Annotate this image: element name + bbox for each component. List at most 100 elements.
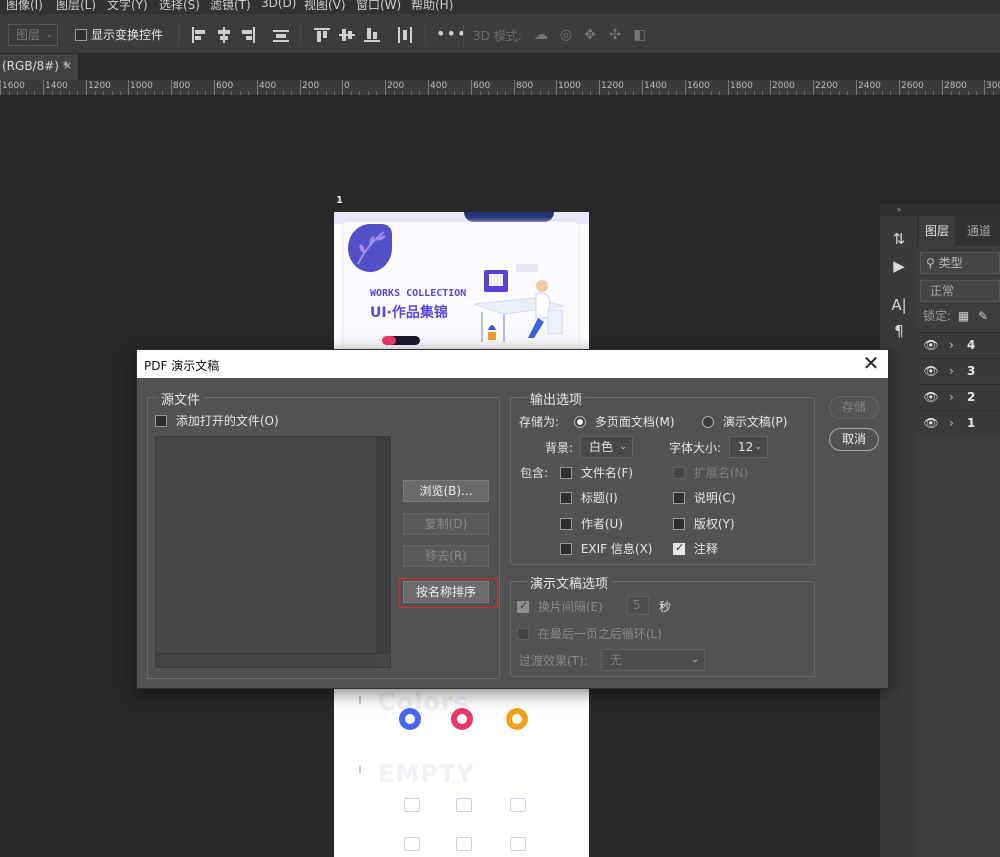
checkbox-box[interactable] [155,414,167,427]
layer-row[interactable]: 👁 › 1 [917,410,1000,435]
tab-channels[interactable]: 通道 [961,216,997,246]
exif-checkbox[interactable]: EXIF 信息(X) [560,540,652,557]
remove-button[interactable]: 移去(R) [403,545,489,567]
multi-page-label: 多页面文档(M) [594,415,675,429]
document-tab[interactable]: (RGB/8#) * × [0,54,78,80]
3d-pan-icon[interactable]: ✥ [581,26,599,44]
vertical-scrollbar[interactable] [376,437,390,655]
description-checkbox[interactable]: 说明(C) [673,489,736,506]
3d-slide-icon[interactable]: ✣ [606,26,624,44]
checkbox-box[interactable] [517,627,529,640]
browse-button[interactable]: 浏览(B)... [403,480,489,502]
checkbox-box[interactable] [673,466,685,479]
advance-seconds-field[interactable]: 5 [627,596,649,615]
distribute-horizontal-icon[interactable] [396,26,414,44]
eye-icon[interactable]: 👁 [923,362,939,380]
advance-every-checkbox[interactable]: 换片间隔(E) [517,598,603,615]
layer-row[interactable]: 👁 › 2 [917,384,1000,409]
filename-checkbox[interactable]: 文件名(F) [560,464,633,481]
title-checkbox[interactable]: 标题(I) [560,489,618,506]
decorative-shape [464,212,554,222]
duplicate-button[interactable]: 复制(D) [403,513,489,535]
layer-row[interactable]: 👁 › 4 [917,332,1000,357]
tab-layers[interactable]: 图层 [919,216,956,246]
close-icon[interactable]: ✕ [860,352,882,374]
chevron-right-icon[interactable]: › [949,414,954,432]
radio-button[interactable] [574,415,586,428]
layer-row[interactable]: 👁 › 3 [917,358,1000,383]
checkbox-box[interactable] [673,491,685,504]
chevron-right-icon[interactable]: › [949,336,954,354]
ruler-minor-tick [796,91,797,95]
ruler-minor-tick [633,91,634,95]
radio-button[interactable] [702,415,714,428]
checkbox-box[interactable] [560,542,572,555]
align-center-horizontal-icon[interactable] [215,26,233,44]
ruler-minor-tick [951,91,952,95]
auto-select-dropdown[interactable]: 图层 ⌄ [8,24,58,46]
eye-icon[interactable]: 👁 [923,414,939,432]
font-size-dropdown[interactable]: 12 ⌄ [729,436,768,458]
3d-orbit-icon[interactable]: ☁ [532,26,550,44]
close-tab-icon[interactable]: × [63,54,72,78]
presentation-radio[interactable]: 演示文稿(P) [702,413,787,430]
character-icon[interactable]: A| [888,294,910,316]
horizontal-ruler[interactable]: 1600 1400 1200 1000 800 600 400 200 0 200 400 600 80… [0,80,1000,96]
collapse-panels-icon[interactable]: » [880,204,918,216]
add-open-files-checkbox[interactable]: 添加打开的文件(O) [155,412,279,429]
ruler-label: 3000 [986,81,1000,91]
checkbox-box[interactable] [673,517,685,530]
menu-filter[interactable]: 滤镜(T) [210,0,251,13]
notes-checkbox[interactable]: 注释 [673,540,718,557]
menu-type[interactable]: 文字(Y) [107,0,148,13]
checkbox-box[interactable] [560,466,572,479]
show-transform-checkbox[interactable]: 显示变换控件 [75,26,163,43]
align-right-icon[interactable] [239,26,257,44]
checkbox-box[interactable] [673,541,685,555]
eye-icon[interactable]: 👁 [923,336,939,354]
save-button[interactable]: 存储 [829,396,879,419]
lock-paint-icon[interactable]: ✎ [978,309,988,323]
actions-play-icon[interactable]: ▶ [888,255,910,277]
ruler-minor-tick [334,91,335,95]
menu-window[interactable]: 窗口(W) [356,0,401,13]
eye-icon[interactable]: 👁 [923,388,939,406]
chevron-right-icon[interactable]: › [949,362,954,380]
align-left-icon[interactable] [190,26,208,44]
menu-help[interactable]: 帮助(H) [411,0,453,13]
align-bottom-icon[interactable] [363,26,381,44]
layer-filter-search[interactable]: ⚲ 类型 [920,252,1000,274]
checkbox-box[interactable] [75,28,87,41]
paragraph-icon[interactable]: ¶ [888,320,910,342]
menu-layer[interactable]: 图层(L) [56,0,96,13]
author-checkbox[interactable]: 作者(U) [560,515,623,532]
extension-checkbox[interactable]: 扩展名(N) [673,464,748,481]
checkbox-box[interactable] [560,517,572,530]
source-file-list[interactable] [155,436,391,668]
transition-dropdown[interactable]: 无 ⌄ [601,649,705,671]
menu-view[interactable]: 视图(V) [304,0,346,13]
copyright-checkbox[interactable]: 版权(Y) [673,515,735,532]
align-middle-vertical-icon[interactable] [338,26,356,44]
3d-roll-icon[interactable]: ◎ [557,26,575,44]
cancel-button[interactable]: 取消 [829,428,879,451]
lock-transparent-icon[interactable]: ▦ [958,309,969,323]
horizontal-scrollbar[interactable] [156,653,376,667]
menu-image[interactable]: 图像(I) [6,0,43,13]
history-icon[interactable]: ⇅ [888,228,910,250]
multi-page-radio[interactable]: 多页面文档(M) [574,413,675,430]
chevron-right-icon[interactable]: › [949,388,954,406]
ruler-tick [942,80,943,95]
ruler-minor-tick [283,91,284,95]
distribute-icon[interactable] [272,26,290,44]
lock-row: 锁定: ▦ ✎ [923,307,988,324]
3d-camera-icon[interactable]: ◧ [631,26,649,44]
menu-select[interactable]: 选择(S) [159,0,200,13]
blend-mode-dropdown[interactable]: 正常 [920,280,1000,302]
checkbox-box[interactable] [517,599,529,613]
menu-3d[interactable]: 3D(D) [261,0,296,10]
checkbox-box[interactable] [560,491,572,504]
align-top-icon[interactable] [313,26,331,44]
background-dropdown[interactable]: 白色 ⌄ [580,436,633,458]
loop-checkbox[interactable]: 在最后一页之后循环(L) [517,625,662,642]
